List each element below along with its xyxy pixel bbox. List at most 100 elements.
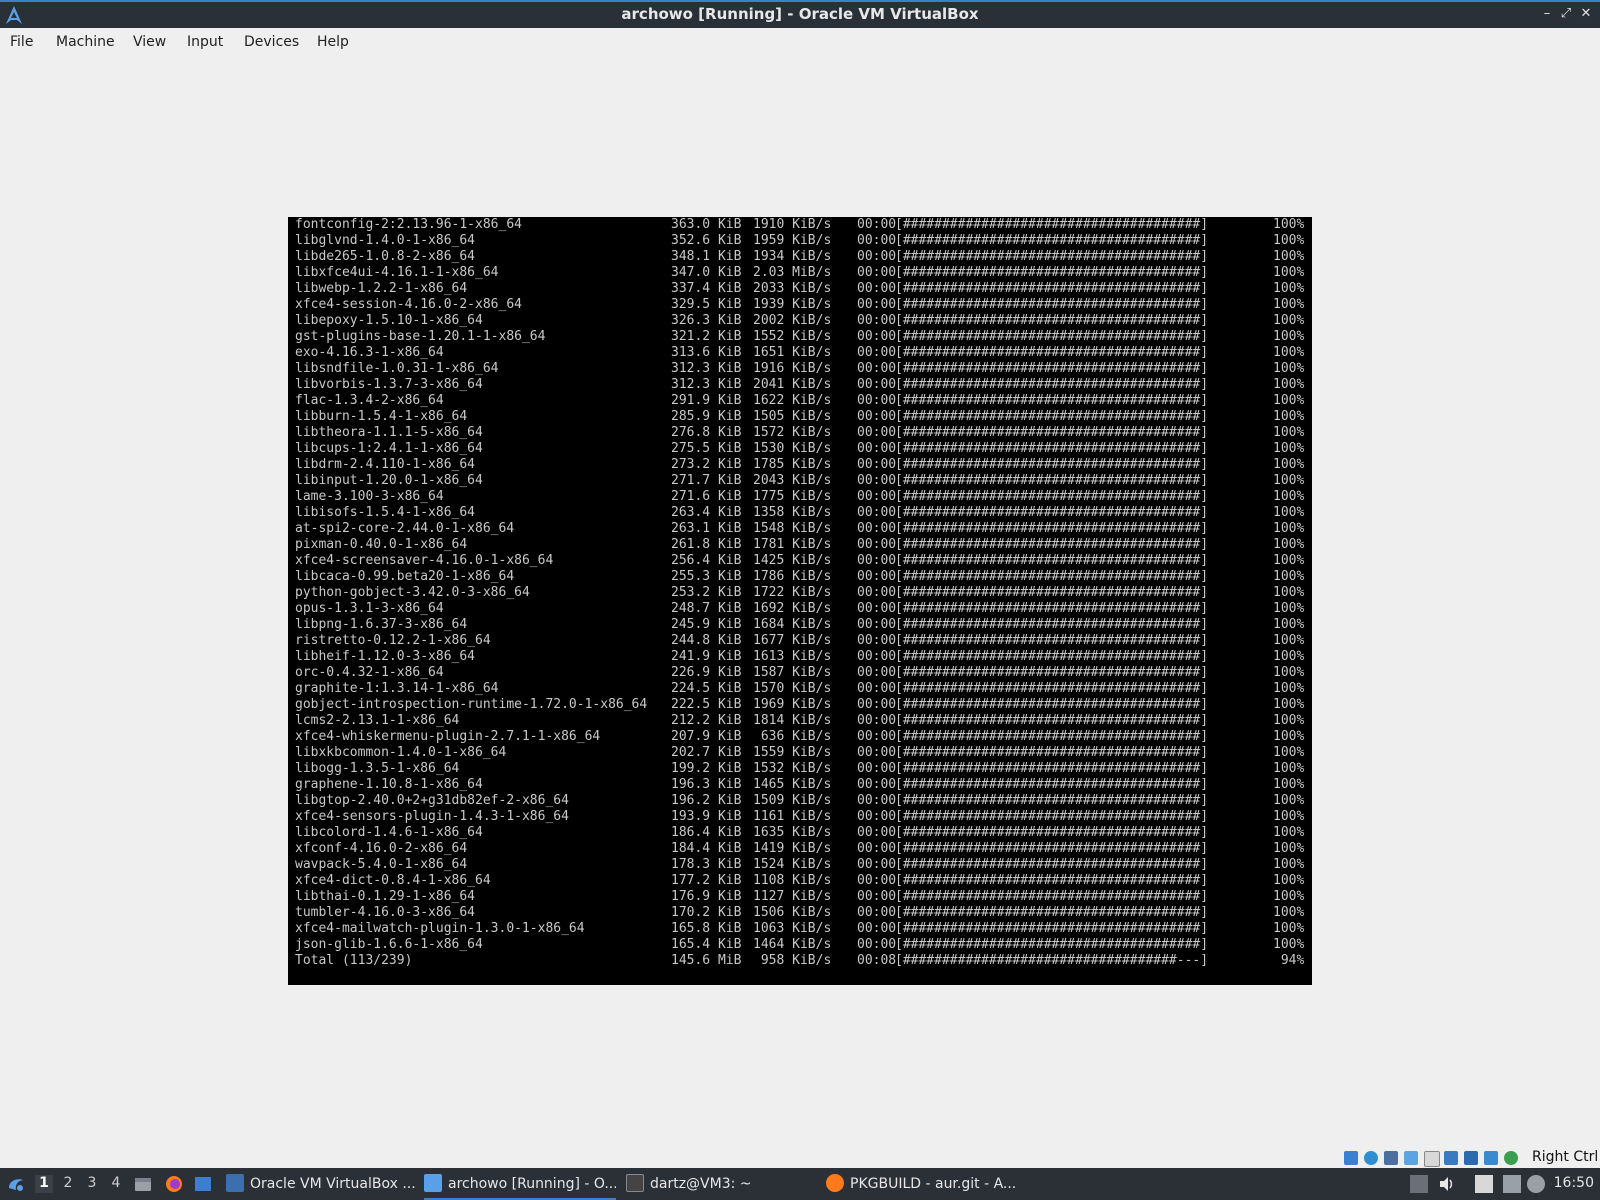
network-tray-icon[interactable] <box>1503 1175 1521 1193</box>
terminal-line: Total (113/239) 145.6 MiB 958 KiB/s 00:08[… <box>295 953 1312 969</box>
progress-bar: [######################################] <box>895 601 1209 616</box>
menu-file[interactable]: File <box>10 34 33 50</box>
download-size: 177.2 KiB <box>671 873 742 888</box>
download-rate: 1358 KiB/s <box>753 505 832 520</box>
download-size: 241.9 KiB <box>671 649 742 664</box>
package-name: graphite-1:1.3.14-1-x86_64 <box>295 681 499 696</box>
progress-bar: [######################################] <box>895 377 1209 392</box>
package-name: xfce4-mailwatch-plugin-1.3.0-1-x86_64 <box>295 921 585 936</box>
shared-folder-icon[interactable] <box>1424 1151 1440 1167</box>
elapsed-time: 00:00 <box>857 377 897 392</box>
elapsed-time: 00:00 <box>857 249 897 264</box>
clipboard-icon[interactable] <box>1475 1175 1493 1193</box>
terminal-output: fontconfig-2:2.13.96-1-x86_64 363.0 KiB 19… <box>295 217 1312 969</box>
terminal-line: libglvnd-1.4.0-1-x86_64 352.6 KiB 1959 KiB… <box>295 233 1312 249</box>
mouse-integration-icon[interactable] <box>1504 1151 1518 1165</box>
progress-percent: 100% <box>1273 377 1305 392</box>
progress-percent: 100% <box>1273 633 1305 648</box>
progress-bar: [######################################] <box>895 777 1209 792</box>
usb-icon[interactable] <box>1404 1151 1418 1165</box>
package-name: libdrm-2.4.110-1-x86_64 <box>295 457 476 472</box>
elapsed-time: 00:00 <box>857 857 897 872</box>
progress-bar: [######################################] <box>895 665 1209 680</box>
terminal-line: libwebp-1.2.2-1-x86_64 337.4 KiB 2033 KiB/… <box>295 281 1312 297</box>
progress-bar: [######################################] <box>895 841 1209 856</box>
download-size: 207.9 KiB <box>671 729 742 744</box>
task-virtualbox-manager[interactable]: Oracle VM VirtualBox ... <box>226 1168 416 1200</box>
display-icon[interactable] <box>1444 1151 1458 1165</box>
menu-devices[interactable]: Devices <box>244 34 299 50</box>
start-menu-icon[interactable] <box>6 1174 26 1194</box>
download-rate: 1969 KiB/s <box>753 697 832 712</box>
progress-bar: [###################################---] <box>895 953 1209 968</box>
download-rate: 2033 KiB/s <box>753 281 832 296</box>
menu-machine[interactable]: Machine <box>56 34 115 50</box>
progress-percent: 100% <box>1273 537 1305 552</box>
elapsed-time: 00:00 <box>857 265 897 280</box>
task-terminal[interactable]: dartz@VM3: ~ <box>626 1168 816 1200</box>
download-rate: 1775 KiB/s <box>753 489 832 504</box>
firefox-launcher-icon[interactable] <box>164 1174 184 1194</box>
progress-percent: 100% <box>1273 665 1305 680</box>
workspace-4[interactable]: 4 <box>107 1175 125 1193</box>
terminal-line: fontconfig-2:2.13.96-1-x86_64 363.0 KiB 19… <box>295 217 1312 233</box>
download-rate: 1530 KiB/s <box>753 441 832 456</box>
file-manager-icon[interactable] <box>133 1174 153 1194</box>
notifications-icon[interactable] <box>1527 1175 1545 1193</box>
menu-view[interactable]: View <box>133 34 166 50</box>
optical-disk-icon[interactable] <box>1364 1151 1378 1165</box>
download-rate: 1910 KiB/s <box>753 217 832 232</box>
elapsed-time: 00:00 <box>857 505 897 520</box>
progress-bar: [######################################] <box>895 537 1209 552</box>
progress-percent: 100% <box>1273 457 1305 472</box>
network-icon[interactable] <box>1384 1151 1398 1165</box>
package-name: lame-3.100-3-x86_64 <box>295 489 444 504</box>
progress-percent: 100% <box>1273 713 1305 728</box>
download-size: 145.6 MiB <box>671 953 742 968</box>
download-size: 226.9 KiB <box>671 665 742 680</box>
show-desktop-icon[interactable] <box>193 1174 213 1194</box>
elapsed-time: 00:00 <box>857 729 897 744</box>
virtualbox-icon <box>226 1174 244 1192</box>
download-rate: 1161 KiB/s <box>753 809 832 824</box>
package-name: xfce4-sensors-plugin-1.4.3-1-x86_64 <box>295 809 569 824</box>
recording-icon[interactable] <box>1484 1151 1498 1165</box>
download-rate: 1063 KiB/s <box>753 921 832 936</box>
progress-bar: [######################################] <box>895 409 1209 424</box>
terminal-line: opus-1.3.1-3-x86_64 248.7 KiB 1692 KiB/s 00… <box>295 601 1312 617</box>
minimize-button[interactable]: – <box>1539 5 1555 23</box>
vm-display[interactable]: fontconfig-2:2.13.96-1-x86_64 363.0 KiB 19… <box>288 217 1312 985</box>
hard-disk-icon[interactable] <box>1344 1151 1358 1165</box>
progress-bar: [######################################] <box>895 489 1209 504</box>
download-size: 271.7 KiB <box>671 473 742 488</box>
task-firefox[interactable]: PKGBUILD - aur.git - A... <box>826 1168 1026 1200</box>
progress-bar: [######################################] <box>895 217 1209 232</box>
workspace-2[interactable]: 2 <box>59 1175 77 1193</box>
workspace-1[interactable]: 1 <box>35 1175 53 1193</box>
elapsed-time: 00:00 <box>857 553 897 568</box>
task-archowo-vm[interactable]: archowo [Running] - O... <box>424 1168 616 1200</box>
download-size: 263.4 KiB <box>671 505 742 520</box>
window-titlebar[interactable]: archowo [Running] - Oracle VM VirtualBox… <box>0 0 1600 28</box>
package-name: libepoxy-1.5.10-1-x86_64 <box>295 313 483 328</box>
workspace-3[interactable]: 3 <box>83 1175 101 1193</box>
terminal-icon <box>626 1174 644 1192</box>
menu-input[interactable]: Input <box>187 34 223 50</box>
elapsed-time: 00:00 <box>857 809 897 824</box>
download-rate: 1916 KiB/s <box>753 361 832 376</box>
progress-bar: [######################################] <box>895 297 1209 312</box>
elapsed-time: 00:00 <box>857 361 897 376</box>
keyboard-layout-icon[interactable] <box>1410 1175 1428 1193</box>
package-name: gobject-introspection-runtime-1.72.0-1-x… <box>295 697 648 712</box>
elapsed-time: 00:00 <box>857 937 897 952</box>
progress-bar: [######################################] <box>895 681 1209 696</box>
elapsed-time: 00:00 <box>857 713 897 728</box>
close-button[interactable]: ✕ <box>1578 5 1594 23</box>
progress-bar: [######################################] <box>895 233 1209 248</box>
volume-icon[interactable] <box>1438 1175 1456 1193</box>
progress-percent: 100% <box>1273 697 1305 712</box>
progress-percent: 100% <box>1273 569 1305 584</box>
maximize-button[interactable]: ⤢ <box>1558 5 1574 23</box>
menu-help[interactable]: Help <box>317 34 349 50</box>
video-capture-icon[interactable] <box>1464 1151 1478 1165</box>
